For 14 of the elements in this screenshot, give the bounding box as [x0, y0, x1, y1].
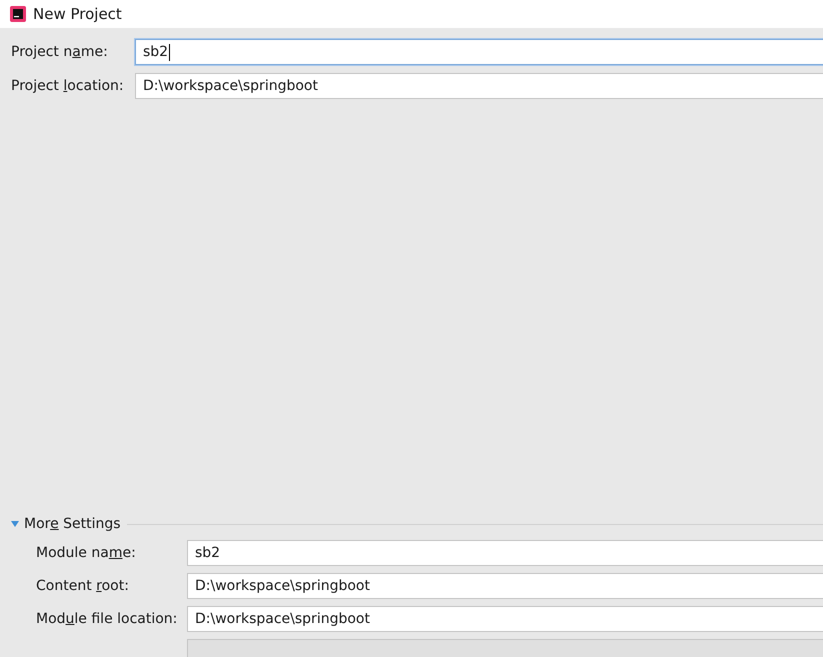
- app-logo-icon: [10, 6, 26, 22]
- text-field[interactable]: sb2: [187, 540, 823, 566]
- field-label: Project name:: [11, 44, 109, 60]
- field-label: Module file location:: [36, 611, 178, 627]
- text-field[interactable]: D:\workspace\springboot: [135, 73, 823, 99]
- field-label: Module name:: [36, 545, 137, 561]
- window-title: New Project: [33, 5, 122, 23]
- text-field[interactable]: D:\workspace\springboot: [187, 606, 823, 632]
- section-toggle[interactable]: More Settings: [11, 516, 121, 532]
- triangle-icon: [11, 520, 19, 528]
- text-field[interactable]: sb2: [135, 39, 823, 65]
- field-label: Content root:: [36, 578, 130, 594]
- field-label: Project location:: [11, 78, 125, 94]
- text-field[interactable]: D:\workspace\springboot: [187, 573, 823, 599]
